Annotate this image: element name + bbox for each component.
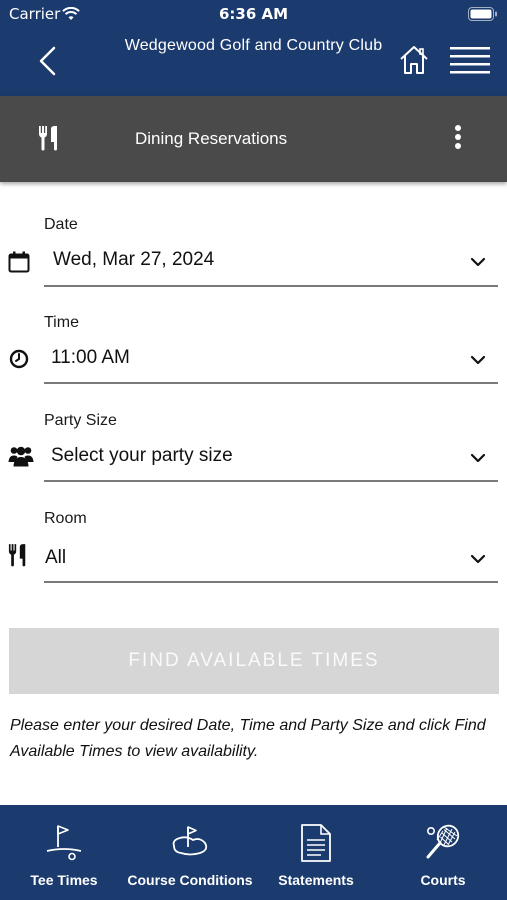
users-icon bbox=[8, 446, 34, 467]
clock-icon bbox=[9, 349, 29, 369]
date-value: Wed, Mar 27, 2024 bbox=[53, 249, 215, 270]
chevron-down-icon[interactable] bbox=[470, 553, 486, 565]
chevron-down-icon[interactable] bbox=[470, 354, 486, 366]
tab-label: Statements bbox=[278, 872, 354, 888]
room-field[interactable]: Room All bbox=[0, 494, 507, 594]
date-underline bbox=[44, 285, 498, 287]
tab-label: Courts bbox=[420, 872, 466, 888]
tab-tee-times[interactable]: Tee Times bbox=[1, 805, 127, 900]
calendar-icon bbox=[8, 251, 30, 273]
battery-icon bbox=[468, 7, 497, 21]
hamburger-menu-icon[interactable] bbox=[450, 44, 490, 76]
status-time: 6:36 AM bbox=[218, 5, 289, 23]
golf-flag-icon bbox=[46, 825, 82, 861]
utensils-icon bbox=[8, 544, 26, 567]
section-title: Dining Reservations bbox=[135, 129, 288, 148]
date-label: Date bbox=[44, 216, 78, 233]
tab-label: Course Conditions bbox=[127, 872, 253, 888]
utensils-icon bbox=[39, 126, 57, 151]
tab-course-conditions[interactable]: Course Conditions bbox=[127, 805, 253, 900]
tennis-racket-icon bbox=[426, 824, 460, 859]
document-icon bbox=[301, 824, 331, 862]
app-header: Carrier 6:36 AM Wedgewood Golf and Count… bbox=[0, 0, 507, 96]
room-label: Room bbox=[44, 510, 87, 527]
time-label: Time bbox=[44, 314, 79, 331]
club-title: Wedgewood Golf and Country Club bbox=[124, 37, 383, 54]
instruction-text: Please enter your desired Date, Time and… bbox=[10, 717, 486, 760]
party-size-field[interactable]: Party Size Select your party size bbox=[0, 396, 507, 496]
date-field[interactable]: Date Wed, Mar 27, 2024 bbox=[0, 200, 507, 300]
bottom-tab-bar: Tee Times Course Conditions Statements C… bbox=[0, 805, 507, 900]
time-field[interactable]: Time 11:00 AM bbox=[0, 298, 507, 398]
chevron-down-icon[interactable] bbox=[470, 452, 486, 464]
find-available-times-button[interactable]: FIND AVAILABLE TIMES bbox=[9, 628, 499, 694]
tab-label: Tee Times bbox=[30, 872, 98, 888]
home-icon[interactable] bbox=[398, 44, 430, 76]
room-underline bbox=[44, 581, 498, 583]
party-size-underline bbox=[44, 480, 498, 482]
time-value: 11:00 AM bbox=[51, 347, 130, 368]
tab-statements[interactable]: Statements bbox=[253, 805, 379, 900]
section-header: Dining Reservations bbox=[0, 96, 507, 182]
status-bar: Carrier 6:36 AM bbox=[0, 4, 507, 24]
party-size-value: Select your party size bbox=[51, 445, 233, 466]
party-size-label: Party Size bbox=[44, 412, 117, 429]
time-underline bbox=[44, 382, 498, 384]
golf-course-icon bbox=[172, 826, 208, 856]
room-value: All bbox=[45, 547, 67, 568]
chevron-down-icon[interactable] bbox=[470, 256, 486, 268]
more-options-icon[interactable] bbox=[446, 124, 470, 154]
tab-courts[interactable]: Courts bbox=[380, 805, 506, 900]
